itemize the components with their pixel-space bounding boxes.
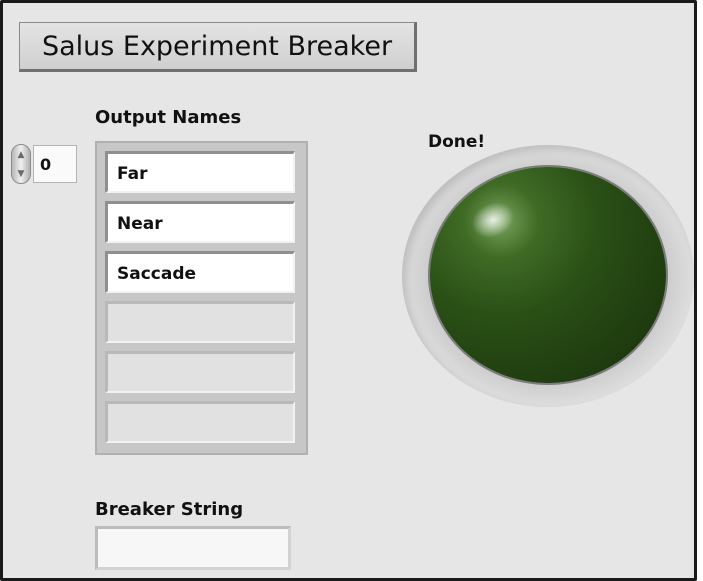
index-spinner[interactable]: ▲ ▼: [11, 144, 31, 184]
front-panel: Salus Experiment Breaker Output Names ▲ …: [0, 0, 697, 581]
output-names-array: Far Near Saccade: [95, 141, 308, 455]
array-element-0[interactable]: Far: [105, 151, 295, 193]
spinner-up-icon[interactable]: ▲: [12, 145, 30, 164]
breaker-string-label: Breaker String: [95, 499, 244, 520]
output-names-label: Output Names: [95, 107, 242, 128]
array-element-1[interactable]: Near: [105, 201, 295, 243]
array-element-3[interactable]: [105, 301, 295, 343]
array-element-2[interactable]: Saccade: [105, 251, 295, 293]
array-element-5[interactable]: [105, 401, 295, 443]
title-button[interactable]: Salus Experiment Breaker: [19, 22, 417, 72]
array-index-input[interactable]: 0: [33, 145, 77, 183]
array-element-4[interactable]: [105, 351, 295, 393]
done-led-indicator: [430, 167, 666, 383]
breaker-string-input[interactable]: [95, 526, 291, 570]
spinner-down-icon[interactable]: ▼: [12, 164, 30, 183]
done-label: Done!: [428, 132, 486, 152]
array-index-control: ▲ ▼ 0: [11, 144, 77, 184]
